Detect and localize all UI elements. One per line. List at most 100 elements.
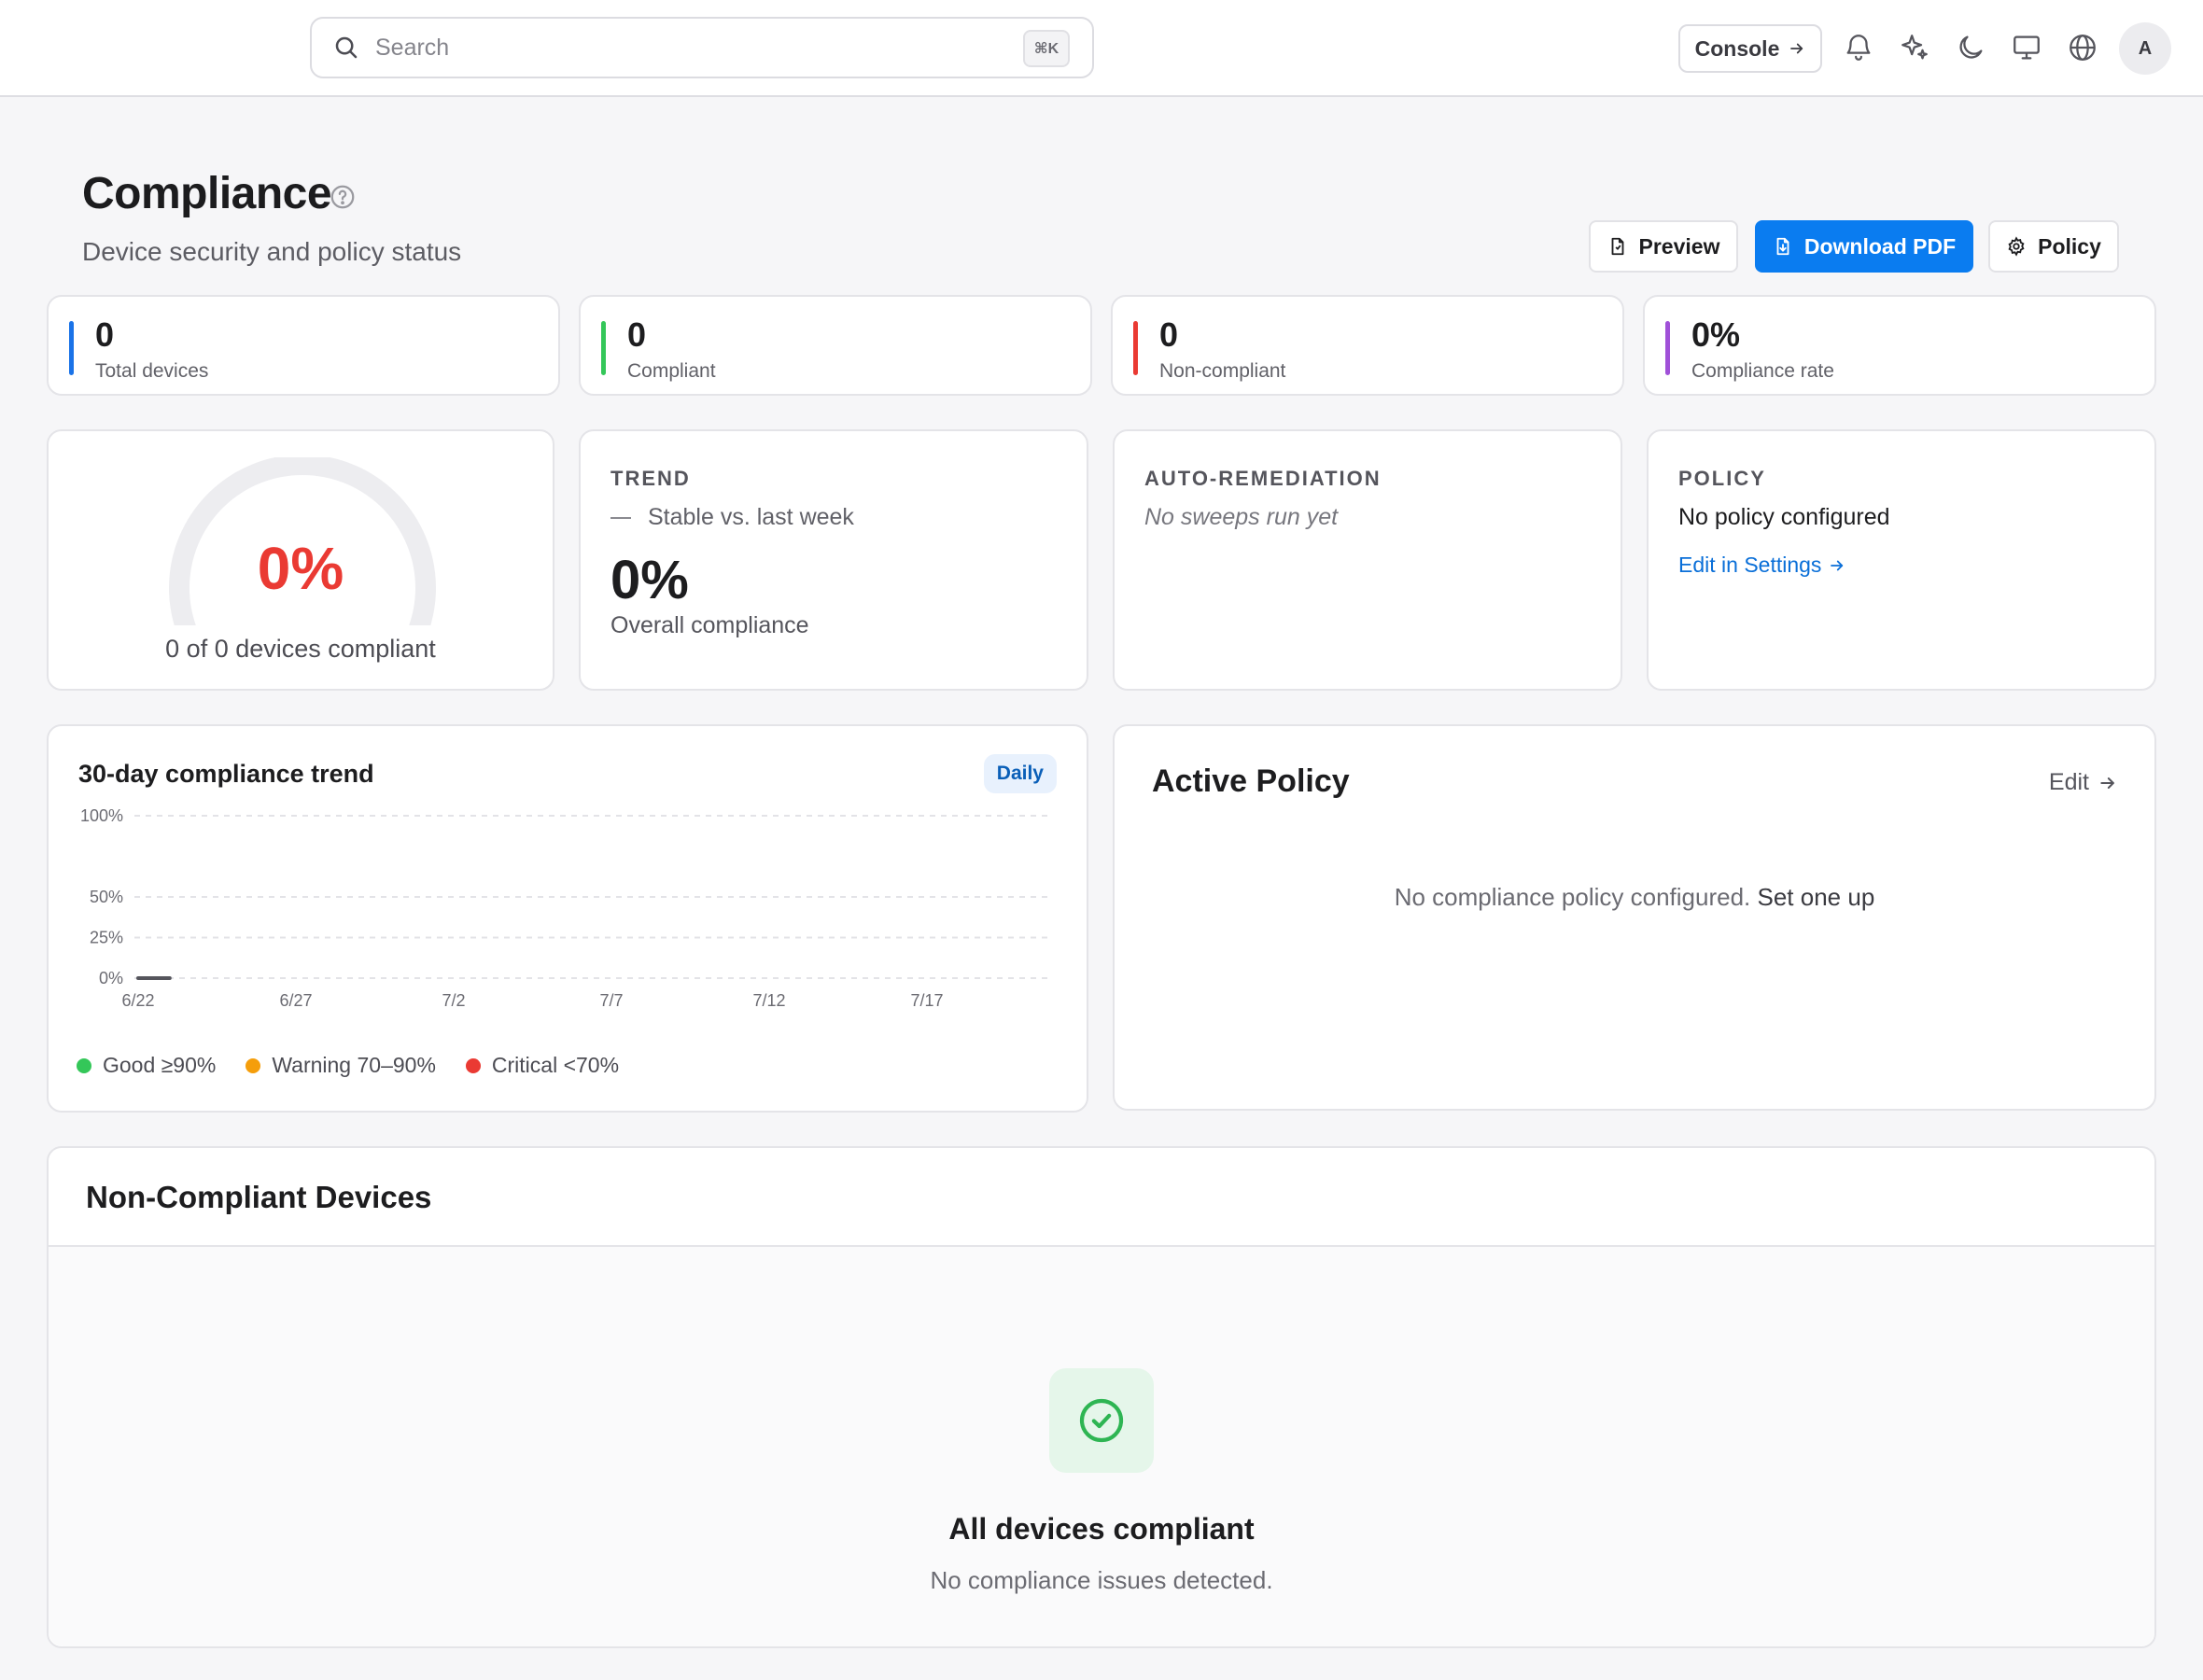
non-compliant-devices-card: Non-Compliant Devices All devices compli… <box>47 1146 2156 1648</box>
x-tick-label: 7/7 <box>599 991 623 1010</box>
arrow-right-icon <box>1831 560 1844 570</box>
stat-accent-bar <box>601 321 606 375</box>
stat-card-compliant: 0 Compliant <box>579 295 1092 396</box>
search-icon <box>335 36 358 59</box>
success-tile <box>1049 1368 1154 1473</box>
display-button[interactable] <box>2011 32 2042 63</box>
trend-change: Stable vs. last week <box>648 504 854 530</box>
gauge-percent: 0% <box>257 535 344 602</box>
trend-change-row: Stable vs. last week <box>610 504 854 531</box>
stat-label: Total devices <box>95 360 209 382</box>
preview-button[interactable]: Preview <box>1589 220 1738 273</box>
stat-accent-bar <box>69 321 74 375</box>
trend-caption: Overall compliance <box>610 612 809 638</box>
download-pdf-button[interactable]: Download PDF <box>1755 220 1973 273</box>
language-button[interactable] <box>2067 32 2098 63</box>
y-tick-label: 0% <box>99 969 123 987</box>
legend-label: Good ≥90% <box>103 1053 217 1077</box>
daily-badge[interactable]: Daily <box>983 754 1057 793</box>
bell-icon <box>1846 35 1871 61</box>
top-bar: Search ⌘K Console A <box>0 0 2203 97</box>
legend-item-critical: Critical <70% <box>465 1053 620 1078</box>
stat-value: 0 <box>95 315 115 354</box>
y-tick-label: 25% <box>90 929 123 947</box>
remediation-note: No sweeps run yet <box>1144 504 1339 530</box>
stat-accent-bar <box>1133 321 1138 375</box>
file-icon <box>1611 237 1623 256</box>
edit-in-settings-link[interactable]: Edit in Settings <box>1678 553 1845 578</box>
console-button[interactable]: Console <box>1678 24 1822 73</box>
gauge-card: 0% 0 of 0 devices compliant <box>47 429 554 691</box>
x-tick-label: 6/22 <box>121 991 154 1010</box>
search-input[interactable]: Search <box>375 35 449 62</box>
arrow-right-icon <box>1790 43 1803 54</box>
preview-label: Preview <box>1638 233 1720 259</box>
stat-value: 0% <box>1691 315 1741 354</box>
search-box[interactable]: Search ⌘K <box>310 17 1094 78</box>
stat-label: Compliance rate <box>1691 360 1834 382</box>
theme-toggle-button[interactable] <box>1955 32 1986 63</box>
legend-label: Critical <70% <box>491 1053 620 1077</box>
y-tick-label: 100% <box>80 806 123 825</box>
active-policy-empty: No compliance policy configured. Set one… <box>1115 883 2154 912</box>
non-compliant-title: Non-Compliant Devices <box>86 1180 432 1214</box>
policy-kicker: POLICY <box>1678 467 1766 490</box>
trend-card: TREND Stable vs. last week 0% Overall co… <box>579 429 1088 691</box>
active-policy-title: Active Policy <box>1152 763 1350 799</box>
stat-card-non-compliant: 0 Non-compliant <box>1111 295 1624 396</box>
y-tick-label: 50% <box>90 888 123 906</box>
page-title: Compliance <box>82 169 332 218</box>
remediation-kicker: AUTO-REMEDIATION <box>1144 467 1382 490</box>
edit-policy-button[interactable]: Edit <box>2049 769 2117 796</box>
notifications-button[interactable] <box>1843 32 1874 63</box>
x-tick-label: 6/27 <box>279 991 312 1010</box>
auto-remediation-card: AUTO-REMEDIATION No sweeps run yet <box>1113 429 1622 691</box>
download-pdf-label: Download PDF <box>1803 233 1957 259</box>
non-compliant-header: Non-Compliant Devices <box>49 1148 2154 1247</box>
compliance-trend-chart-card: 100% 50% 25% 0% 6/22 6/27 7/2 7/7 7/12 7/17 30-da… <box>47 724 1088 1113</box>
avatar[interactable]: A <box>2119 22 2171 75</box>
set-one-up-link[interactable]: Set one up <box>1758 883 1875 911</box>
x-tick-label: 7/12 <box>752 991 785 1010</box>
stat-label: Compliant <box>627 360 716 382</box>
non-compliant-empty-state: All devices compliant No compliance issu… <box>49 1247 2154 1646</box>
stat-value: 0 <box>1159 315 1179 354</box>
stat-card-total: 0 Total devices <box>47 295 560 396</box>
globe-icon <box>2070 35 2096 61</box>
stat-accent-bar <box>1665 321 1670 375</box>
legend-item-warning: Warning 70–90% <box>246 1053 436 1078</box>
x-tick-label: 7/2 <box>442 991 465 1010</box>
trend-value: 0% <box>610 550 689 610</box>
chart-title: 30-day compliance trend <box>78 760 374 788</box>
empty-state-subtitle: No compliance issues detected. <box>930 1566 1273 1594</box>
empty-state-title: All devices compliant <box>948 1512 1255 1546</box>
ai-assistant-button[interactable] <box>1899 32 1930 63</box>
legend-dot <box>246 1057 261 1073</box>
stat-value: 0 <box>627 315 647 354</box>
flat-trend-icon <box>610 516 631 519</box>
legend-item-good: Good ≥90% <box>77 1053 216 1078</box>
policy-label: Policy <box>2038 233 2101 259</box>
policy-button[interactable]: Policy <box>1988 220 2119 273</box>
stat-label: Non-compliant <box>1159 360 1286 382</box>
check-circle-icon <box>1079 1398 1124 1443</box>
legend-label: Warning 70–90% <box>272 1053 436 1077</box>
policy-status: No policy configured <box>1678 504 1890 530</box>
page-subtitle: Device security and policy status <box>82 237 462 266</box>
arrow-right-icon <box>2100 777 2114 789</box>
help-icon[interactable] <box>329 183 357 211</box>
trend-kicker: TREND <box>610 467 691 490</box>
monitor-icon <box>2014 35 2040 60</box>
moon-icon <box>1959 35 1983 59</box>
active-policy-empty-text: No compliance policy configured. <box>1394 883 1751 911</box>
edit-in-settings-label: Edit in Settings <box>1678 553 1822 577</box>
stat-card-rate: 0% Compliance rate <box>1643 295 2156 396</box>
edit-policy-label: Edit <box>2048 769 2089 795</box>
search-shortcut-badge: ⌘K <box>1023 30 1070 67</box>
chart-legend: Good ≥90% Warning 70–90% Critical <70% <box>77 1053 619 1078</box>
legend-dot <box>77 1057 91 1073</box>
legend-dot <box>465 1057 481 1073</box>
console-label: Console <box>1694 35 1780 61</box>
x-tick-label: 7/17 <box>910 991 943 1010</box>
gauge-caption: 0 of 0 devices compliant <box>165 635 436 663</box>
